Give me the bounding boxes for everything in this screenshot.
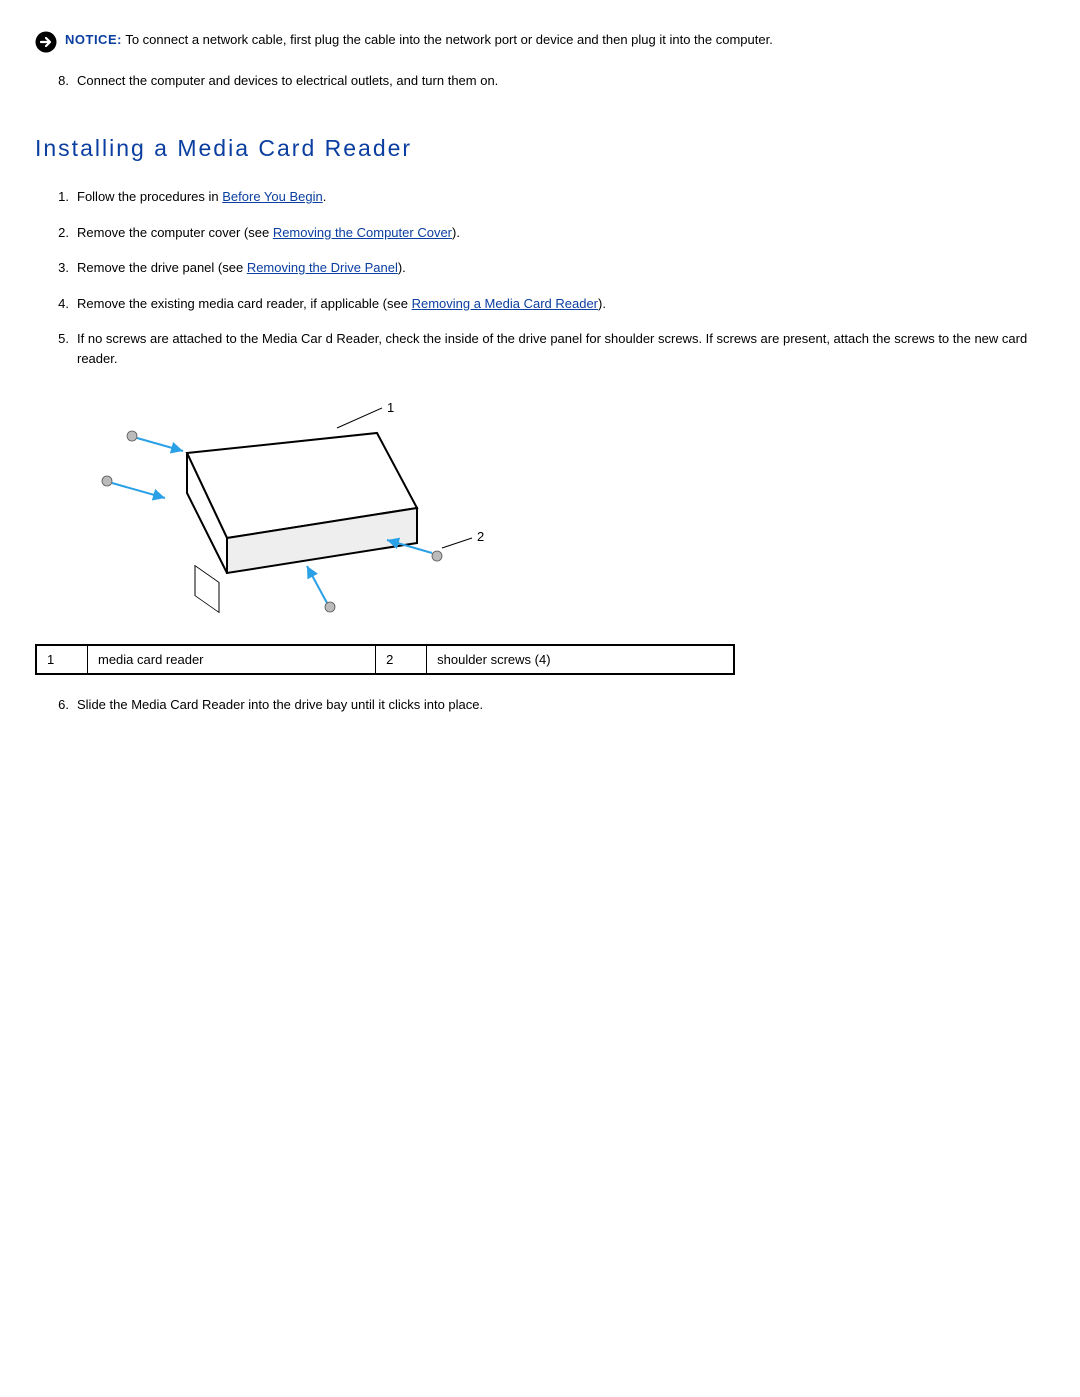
post-diagram-steps: 6. Slide the Media Card Reader into the … [35, 695, 1045, 715]
step-number: 8. [35, 71, 77, 91]
step-6: 6. Slide the Media Card Reader into the … [35, 695, 1045, 715]
step-5: 5. If no screws are attached to the Medi… [35, 329, 1045, 368]
step-8: 8. Connect the computer and devices to e… [35, 71, 1045, 91]
step-text: Remove the existing media card reader, i… [77, 294, 1045, 314]
step-number: 1. [35, 187, 77, 207]
diagram-callout-1: 1 [387, 400, 394, 415]
step-number: 5. [35, 329, 77, 368]
step-number: 4. [35, 294, 77, 314]
notice-arrow-icon [35, 31, 57, 53]
step-3: 3. Remove the drive panel (see Removing … [35, 258, 1045, 278]
section-heading: Installing a Media Card Reader [35, 131, 1045, 166]
step-text: Remove the computer cover (see Removing … [77, 223, 1045, 243]
step-number: 3. [35, 258, 77, 278]
step-text: If no screws are attached to the Media C… [77, 329, 1045, 368]
step-text: Follow the procedures in Before You Begi… [77, 187, 1045, 207]
callout-1-num: 1 [36, 645, 88, 675]
pre-section-steps: 8. Connect the computer and devices to e… [35, 71, 1045, 91]
step-text: Slide the Media Card Reader into the dri… [77, 695, 1045, 715]
step-number: 2. [35, 223, 77, 243]
step-number: 6. [35, 695, 77, 715]
step-2: 2. Remove the computer cover (see Removi… [35, 223, 1045, 243]
diagram-callout-2: 2 [477, 529, 484, 544]
link-removing-drive-panel[interactable]: Removing the Drive Panel [247, 260, 398, 275]
step-1: 1. Follow the procedures in Before You B… [35, 187, 1045, 207]
link-removing-media-card-reader[interactable]: Removing a Media Card Reader [412, 296, 598, 311]
notice-label: NOTICE: [65, 32, 122, 47]
notice-body: To connect a network cable, first plug t… [122, 32, 773, 47]
callout-legend-table: 1 media card reader 2 shoulder screws (4… [35, 644, 735, 676]
link-before-you-begin[interactable]: Before You Begin [222, 189, 322, 204]
notice-block: NOTICE: To connect a network cable, firs… [35, 30, 1045, 53]
callout-1-text: media card reader [88, 645, 376, 675]
table-row: 1 media card reader 2 shoulder screws (4… [36, 645, 734, 675]
callout-2-num: 2 [376, 645, 427, 675]
step-text: Remove the drive panel (see Removing the… [77, 258, 1045, 278]
callout-2-text: shoulder screws (4) [427, 645, 734, 675]
notice-text: NOTICE: To connect a network cable, firs… [65, 30, 1045, 50]
step-4: 4. Remove the existing media card reader… [35, 294, 1045, 314]
link-removing-computer-cover[interactable]: Removing the Computer Cover [273, 225, 452, 240]
install-steps: 1. Follow the procedures in Before You B… [35, 187, 1045, 368]
step-text: Connect the computer and devices to elec… [77, 71, 1045, 91]
media-card-reader-diagram: 1 2 [77, 398, 1045, 624]
